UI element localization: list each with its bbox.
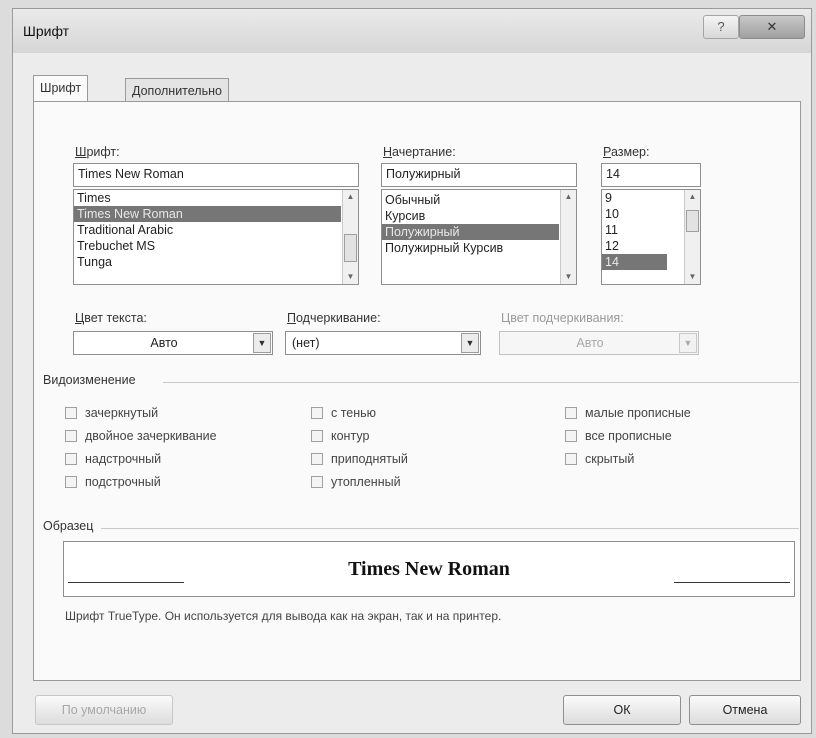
hidden-label: скрытый [585, 451, 635, 466]
help-icon: ? [717, 19, 725, 34]
subscript-checkbox[interactable] [65, 475, 77, 488]
shadow-checkbox[interactable] [311, 406, 323, 419]
effects-col1: зачеркнутый двойное зачеркивание надстро… [65, 401, 295, 493]
scroll-down-icon[interactable]: ▼ [685, 270, 700, 284]
effects-divider [163, 382, 799, 383]
subscript-label: подстрочный [85, 474, 161, 489]
close-icon: ✕ [766, 19, 778, 34]
all-caps-label: все прописные [585, 428, 672, 443]
size-list-item-selected[interactable]: 14 [602, 254, 667, 270]
emboss-label: приподнятый [331, 451, 408, 466]
chevron-down-icon: ▼ [679, 333, 697, 353]
small-caps-label: малые прописные [585, 405, 691, 420]
size-input[interactable]: 14 [601, 163, 701, 187]
underline-color-label: Цвет подчеркивания: [501, 311, 624, 325]
style-list-item[interactable]: Обычный [382, 192, 576, 208]
hidden-option[interactable]: скрытый [565, 447, 785, 470]
font-label: Шрифт: [75, 145, 120, 159]
cancel-button[interactable]: Отмена [689, 695, 801, 725]
underline-select[interactable]: (нет) ▼ [285, 331, 481, 355]
preview-description: Шрифт TrueType. Он используется для выво… [65, 609, 502, 623]
style-input[interactable]: Полужирный [381, 163, 577, 187]
size-list-scrollbar[interactable]: ▲ ▼ [684, 190, 700, 284]
hidden-checkbox[interactable] [565, 452, 577, 465]
double-strikethrough-label: двойное зачеркивание [85, 428, 217, 443]
small-caps-checkbox[interactable] [565, 406, 577, 419]
text-color-value: Авто [150, 336, 178, 350]
font-dialog: Шрифт ? ✕ Шрифт Дополнительно Шрифт: Tim… [12, 8, 812, 734]
preview-box: Times New Roman [63, 541, 795, 597]
strikethrough-label: зачеркнутый [85, 405, 159, 420]
effects-col3: малые прописные все прописные скрытый [565, 401, 785, 470]
tab-advanced[interactable]: Дополнительно [125, 78, 229, 102]
strikethrough-option[interactable]: зачеркнутый [65, 401, 295, 424]
font-list-item-selected[interactable]: Times New Roman [74, 206, 341, 222]
style-list-scrollbar[interactable]: ▲ ▼ [560, 190, 576, 284]
scroll-down-icon[interactable]: ▼ [561, 270, 576, 284]
text-color-label: Цвет текста: [75, 311, 147, 325]
style-list-item-selected[interactable]: Полужирный [382, 224, 559, 240]
emboss-checkbox[interactable] [311, 452, 323, 465]
scroll-thumb[interactable] [344, 234, 357, 262]
emboss-option[interactable]: приподнятый [311, 447, 511, 470]
underline-color-select: Авто ▼ [499, 331, 699, 355]
underline-value: (нет) [292, 336, 320, 350]
tab-advanced-label: Дополнительно [132, 84, 222, 98]
outline-option[interactable]: контур [311, 424, 511, 447]
superscript-label: надстрочный [85, 451, 162, 466]
font-list-item[interactable]: Traditional Arabic [74, 222, 358, 238]
font-list[interactable]: Times Times New Roman Traditional Arabic… [73, 189, 359, 285]
double-strikethrough-checkbox[interactable] [65, 429, 77, 442]
outline-label: контур [331, 428, 370, 443]
shadow-option[interactable]: с тенью [311, 401, 511, 424]
all-caps-option[interactable]: все прописные [565, 424, 785, 447]
effects-label: Видоизменение [43, 373, 136, 387]
text-color-select[interactable]: Авто ▼ [73, 331, 273, 355]
underline-label: Подчеркивание: [287, 311, 381, 325]
underline-color-value: Авто [576, 336, 604, 350]
font-input[interactable]: Times New Roman [73, 163, 359, 187]
small-caps-option[interactable]: малые прописные [565, 401, 785, 424]
close-button[interactable]: ✕ [739, 15, 805, 39]
all-caps-checkbox[interactable] [565, 429, 577, 442]
preview-divider [101, 528, 799, 529]
tab-font-label: Шрифт [40, 81, 82, 95]
font-list-item[interactable]: Tunga [74, 254, 358, 270]
font-list-scrollbar[interactable]: ▲ ▼ [342, 190, 358, 284]
title-bar[interactable]: Шрифт ? ✕ [13, 9, 811, 53]
preview-text: Times New Roman [348, 558, 510, 580]
superscript-option[interactable]: надстрочный [65, 447, 295, 470]
font-list-item[interactable]: Trebuchet MS [74, 238, 358, 254]
double-strikethrough-option[interactable]: двойное зачеркивание [65, 424, 295, 447]
preview-label: Образец [43, 519, 94, 533]
effects-col2: с тенью контур приподнятый утопленный [311, 401, 511, 493]
font-list-item[interactable]: Times [74, 190, 358, 206]
size-label: Размер: [603, 145, 650, 159]
ok-button[interactable]: ОК [563, 695, 681, 725]
scroll-thumb[interactable] [686, 210, 699, 232]
superscript-checkbox[interactable] [65, 452, 77, 465]
scroll-up-icon[interactable]: ▲ [685, 190, 700, 204]
scroll-up-icon[interactable]: ▲ [343, 190, 358, 204]
shadow-label: с тенью [331, 405, 377, 420]
size-list[interactable]: 9 10 11 12 14 ▲ ▼ [601, 189, 701, 285]
tab-font[interactable]: Шрифт [33, 75, 89, 102]
style-list-item[interactable]: Курсив [382, 208, 576, 224]
chevron-down-icon[interactable]: ▼ [461, 333, 479, 353]
default-button[interactable]: По умолчанию [35, 695, 173, 725]
scroll-down-icon[interactable]: ▼ [343, 270, 358, 284]
dialog-title: Шрифт [23, 23, 70, 39]
strikethrough-checkbox[interactable] [65, 406, 77, 419]
engrave-label: утопленный [331, 474, 401, 489]
outline-checkbox[interactable] [311, 429, 323, 442]
style-list-item[interactable]: Полужирный Курсив [382, 240, 576, 256]
chevron-down-icon[interactable]: ▼ [253, 333, 271, 353]
style-label: Начертание: [383, 145, 456, 159]
subscript-option[interactable]: подстрочный [65, 470, 295, 493]
engrave-option[interactable]: утопленный [311, 470, 511, 493]
help-button[interactable]: ? [703, 15, 739, 39]
style-list[interactable]: Обычный Курсив Полужирный Полужирный Кур… [381, 189, 577, 285]
engrave-checkbox[interactable] [311, 475, 323, 488]
scroll-up-icon[interactable]: ▲ [561, 190, 576, 204]
